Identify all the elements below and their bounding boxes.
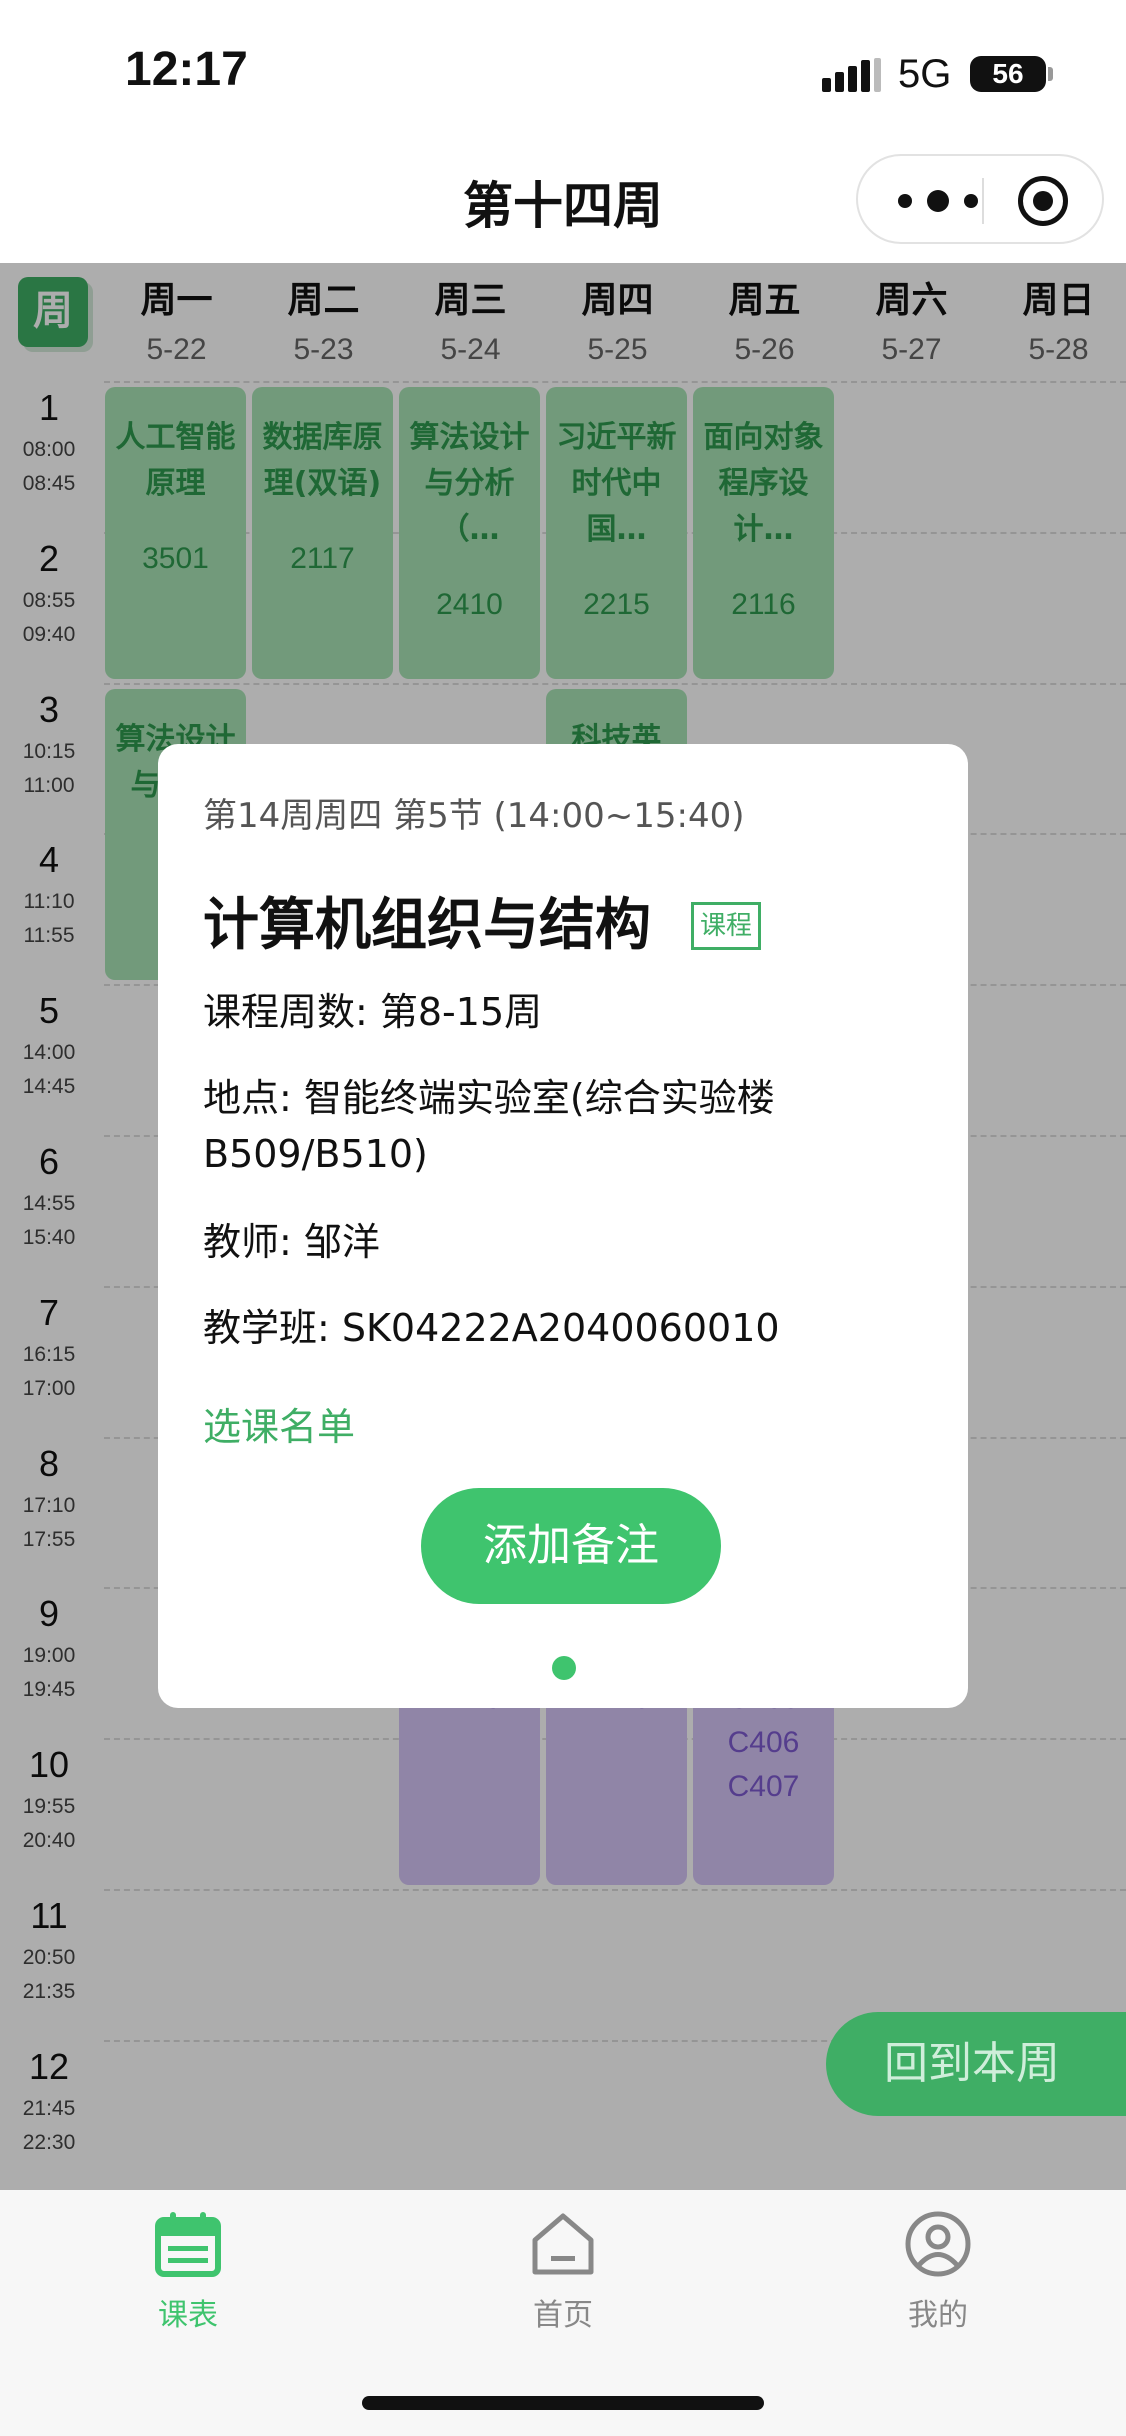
tab-schedule[interactable]: 课表 [88, 2210, 288, 2334]
network-type: 5G [898, 52, 952, 96]
tab-label-home: 首页 [533, 2298, 593, 2333]
course-title: 计算机组织与结构 [203, 893, 651, 958]
course-location: 地点: 智能终端实验室(综合实验楼B509/B510) [203, 1076, 775, 1176]
tab-label-schedule: 课表 [158, 2298, 218, 2333]
course-detail-modal: 第14周周四 第5节 (14:00~15:40) 计算机组织与结构 课程 课程周… [158, 744, 968, 1708]
page-indicator-dot [552, 1656, 576, 1680]
close-target-icon[interactable] [1018, 176, 1068, 226]
add-note-button[interactable]: 添加备注 [421, 1488, 721, 1604]
course-time-meta: 第14周周四 第5节 (14:00~15:40) [203, 796, 745, 836]
tab-label-profile: 我的 [908, 2298, 968, 2333]
status-time: 12:17 [125, 43, 248, 96]
course-teacher: 教师: 邹洋 [203, 1220, 380, 1264]
course-weeks: 课程周数: 第8-15周 [203, 990, 543, 1034]
user-icon [905, 2211, 971, 2277]
more-icon[interactable] [898, 184, 978, 218]
battery-icon: 56 [970, 56, 1046, 92]
home-indicator [362, 2396, 764, 2410]
tab-profile[interactable]: 我的 [838, 2210, 1038, 2334]
status-bar: 12:17 5G 56 [0, 0, 1126, 130]
enrollment-list-link[interactable]: 选课名单 [203, 1396, 355, 1451]
mini-program-capsule [856, 154, 1104, 244]
course-type-badge: 课程 [691, 902, 761, 950]
tab-home[interactable]: 首页 [463, 2210, 663, 2334]
course-class: 教学班: SK04222A2040060010 [203, 1306, 780, 1350]
home-icon [532, 2213, 594, 2275]
signal-icon [822, 58, 881, 92]
capsule-divider [982, 178, 984, 224]
back-to-current-week-button[interactable]: 回到本周 [826, 2012, 1126, 2116]
navigation-bar: 第十四周 [0, 130, 1126, 263]
battery-cap [1048, 67, 1053, 81]
calendar-icon [155, 2212, 221, 2277]
